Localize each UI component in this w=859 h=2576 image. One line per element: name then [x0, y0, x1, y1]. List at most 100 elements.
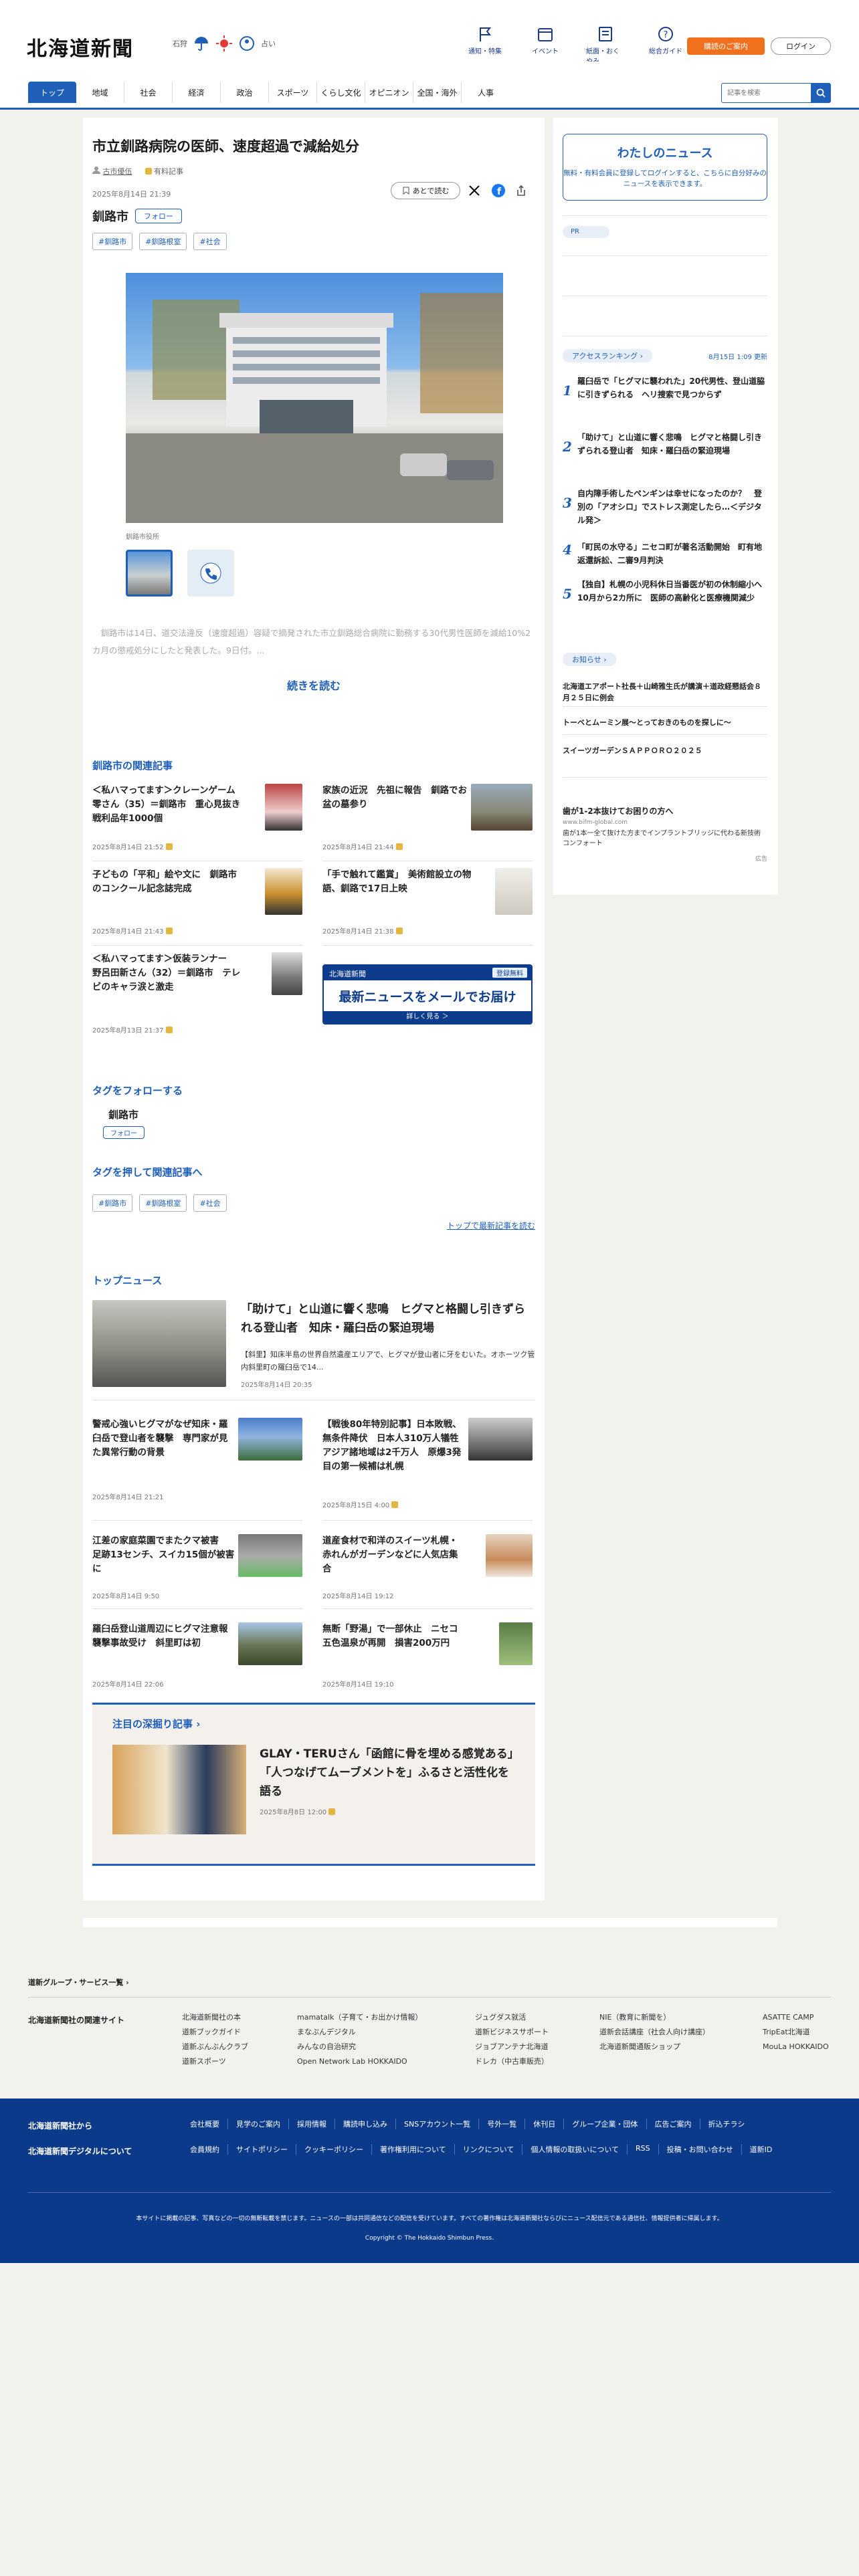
notification-menu[interactable]: 通知・特集 — [466, 25, 504, 66]
paper-menu[interactable]: 紙面・おくやみ — [586, 25, 625, 66]
nav-tab-top[interactable]: トップ — [28, 82, 76, 103]
related-site-link[interactable]: 北海道新聞社の本 — [182, 2010, 248, 2025]
top-news-item[interactable]: 道産食材で和洋のスイーツ札幌・赤れんがガーデンなどに人気店集合 2025年8月1… — [322, 1534, 533, 1609]
email-newsletter-ad[interactable]: 北海道新聞 登録無料 最新ニュースをメールでお届け 詳しく見る ＞ — [322, 964, 533, 1025]
related-site-link[interactable]: MouLa HOKKAIDO — [763, 2040, 829, 2054]
my-news-box[interactable]: わたしのニュース 無料・有料会員に登録してログインすると、こちらに自分好みのニュ… — [563, 134, 767, 201]
top-latest-link[interactable]: トップで最新記事を読む — [364, 1220, 535, 1231]
read-later-button[interactable]: あとで読む — [391, 182, 460, 199]
group-service-link[interactable]: 道新グループ・サービス一覧 › — [28, 1977, 129, 1988]
related-site-link[interactable]: 道新ビジネスサポート — [475, 2025, 549, 2040]
photo-thumb-1[interactable] — [126, 550, 173, 597]
feature-image[interactable] — [112, 1745, 246, 1834]
top-news-item[interactable]: 無断「野湯」で一部休止 ニセコ五色温泉が再開 損害200万円 2025年8月14… — [322, 1622, 533, 1697]
read-more-link[interactable]: 続きを読む — [83, 677, 545, 693]
footer-link[interactable]: 著作権利用について — [372, 2144, 455, 2155]
footer-link[interactable]: 個人情報の取扱いについて — [522, 2144, 628, 2155]
nav-tab-region[interactable]: 地域 — [76, 82, 124, 103]
tag-chip[interactable]: #釧路根室 — [139, 1194, 187, 1212]
info-item[interactable]: 北海道エアポート社長＋山崎雅生氏が講演＋道政経懇話会８月２５日に例会 — [563, 681, 767, 704]
related-site-link[interactable]: 道新スポーツ — [182, 2054, 248, 2069]
article-photo[interactable] — [126, 273, 503, 523]
search-button[interactable] — [811, 84, 830, 102]
ranking-title[interactable]: アクセスランキング › — [563, 349, 653, 362]
footer-link[interactable]: クッキーポリシー — [296, 2144, 372, 2155]
related-site-link[interactable]: Open Network Lab HOKKAIDO — [297, 2054, 422, 2069]
footer-link[interactable]: 休刊日 — [525, 2119, 565, 2129]
related-site-link[interactable]: 道新会話講座（社会人向け講座） — [599, 2025, 710, 2040]
related-item[interactable]: ＜私ハマってます＞仮装ランナー 野呂田新さん（32）＝釧路市 テレビのキャラ涙と… — [92, 952, 302, 1035]
top-news-item[interactable]: 羅臼岳登山道周辺にヒグマ注意報 襲撃事故受け 斜里町は初 2025年8月14日 … — [92, 1622, 302, 1697]
related-site-link[interactable]: ジョブアンテナ北海道 — [475, 2040, 549, 2054]
tag-chip[interactable]: #社会 — [193, 233, 227, 250]
related-item[interactable]: ＜私ハマってます＞クレーンゲーム 零さん（35）＝釧路市 重心見抜き 戦利品年1… — [92, 784, 302, 861]
nav-tab-world[interactable]: 全国・海外 — [413, 82, 462, 103]
top-news-item[interactable]: 江差の家庭菜園でまたクマ被害 足跡13センチ、スイカ15個が被害に 2025年8… — [92, 1534, 302, 1609]
tag-chip[interactable]: #釧路根室 — [139, 233, 187, 250]
tag-chip[interactable]: #釧路市 — [92, 233, 133, 250]
tag-chip[interactable]: #社会 — [193, 1194, 227, 1212]
sidebar-ad[interactable]: 歯が1-2本抜けてお困りの方へ www.bifm-global.com 歯が1本… — [563, 805, 767, 863]
top-news-item[interactable]: 警戒心強いヒグマがなぜ知床・羅臼岳で登山者を襲撃 専門家が見た異常行動の背景 2… — [92, 1418, 302, 1521]
footer-link[interactable]: グループ企業・団体 — [564, 2119, 647, 2129]
related-item[interactable]: 「手で触れて鑑賞」 美術館設立の物語、釧路で17日上映 2025年8月14日 2… — [322, 868, 533, 946]
related-site-link[interactable]: 道新ブックガイド — [182, 2025, 248, 2040]
guide-menu[interactable]: ? 総合ガイド — [646, 25, 685, 66]
footer-link[interactable]: 見学のご案内 — [228, 2119, 289, 2129]
footer-link[interactable]: 会社概要 — [182, 2119, 228, 2129]
subscribe-button[interactable]: 購読のご案内 — [687, 37, 765, 55]
nav-tab-politics[interactable]: 政治 — [221, 82, 269, 103]
related-item[interactable]: 子どもの「平和」絵や文に 釧路市のコンクール記念誌完成 2025年8月14日 2… — [92, 868, 302, 946]
search-input[interactable] — [722, 84, 811, 102]
tag-chip[interactable]: #釧路市 — [92, 1194, 133, 1212]
nav-tab-society[interactable]: 社会 — [124, 82, 173, 103]
related-site-link[interactable]: ジュグダス就活 — [475, 2010, 549, 2025]
photo-thumb-2[interactable] — [187, 550, 234, 597]
related-site-link[interactable]: mamatalk（子育て・お出かけ情報） — [297, 2010, 422, 2025]
related-item[interactable]: 家族の近況 先祖に報告 釧路でお盆の墓参り 2025年8月14日 21:44 — [322, 784, 533, 861]
author[interactable]: 古市優伍 — [92, 166, 132, 177]
info-item[interactable]: スイーツガーデンＳＡＰＰＯＲＯ２０２５ — [563, 745, 767, 756]
weather-widget[interactable]: 石狩 占い — [173, 35, 276, 52]
footer-link[interactable]: RSS — [628, 2144, 659, 2155]
footer-link[interactable]: リンクについて — [455, 2144, 523, 2155]
footer-link[interactable]: 投稿・お問い合わせ — [659, 2144, 742, 2155]
nav-tab-economy[interactable]: 経済 — [173, 82, 221, 103]
nav-tab-personnel[interactable]: 人事 — [462, 82, 510, 103]
nav-tab-life[interactable]: くらし文化 — [317, 82, 365, 103]
related-site-link[interactable]: TripEat北海道 — [763, 2025, 829, 2040]
top-news-main[interactable]: 「助けて」と山道に響く悲鳴 ヒグマと格闘し引きずられる登山者 知床・羅臼岳の緊迫… — [92, 1300, 535, 1400]
footer-link[interactable]: 号外一覧 — [479, 2119, 526, 2129]
footer-link[interactable]: サイトポリシー — [228, 2144, 296, 2155]
footer-link[interactable]: 採用情報 — [289, 2119, 335, 2129]
follow-button[interactable]: フォロー — [135, 209, 182, 223]
related-site-link[interactable]: みんなの自治研究 — [297, 2040, 422, 2054]
top-news-item[interactable]: 【戦後80年特別記事】日本敗戦、無条件降伏 日本人310万人犠牲 アジア諸地域は… — [322, 1418, 533, 1521]
footer-link[interactable]: 会員規約 — [182, 2144, 228, 2155]
related-site-link[interactable]: NIE（教育に新聞を） — [599, 2010, 710, 2025]
login-button[interactable]: ログイン — [771, 37, 831, 55]
related-site-link[interactable]: 北海道新聞通販ショップ — [599, 2040, 710, 2054]
tag-city-name[interactable]: 釧路市 — [92, 207, 128, 225]
x-share-button[interactable] — [466, 182, 483, 199]
related-site-link[interactable]: まなぶんデジタル — [297, 2025, 422, 2040]
facebook-share-button[interactable]: f — [490, 182, 507, 199]
info-title[interactable]: お知らせ › — [563, 653, 616, 666]
related-site-link[interactable]: ドレカ（中古車販売） — [475, 2054, 549, 2069]
footer-link[interactable]: 購読申し込み — [335, 2119, 396, 2129]
footer-link[interactable]: SNSアカウント一覧 — [396, 2119, 480, 2129]
footer-link[interactable]: 道新ID — [742, 2144, 781, 2155]
feature-headline[interactable]: GLAY・TERUさん「函館に骨を埋める感覚ある」「人つなげてムーブメントを」ふ… — [260, 1745, 514, 1801]
feature-title[interactable]: 注目の深掘り記事 › — [112, 1717, 200, 1731]
nav-tab-opinion[interactable]: オピニオン — [365, 82, 413, 103]
follow-tag-button[interactable]: フォロー — [103, 1126, 145, 1139]
footer-link[interactable]: 広告ご案内 — [647, 2119, 700, 2129]
related-site-link[interactable]: 道新ぶんぶんクラブ — [182, 2040, 248, 2054]
footer-link[interactable]: 折込チラシ — [700, 2119, 753, 2129]
info-item[interactable]: トーベとムーミン展～とっておきのものを探しに～ — [563, 717, 767, 728]
event-menu[interactable]: イベント — [526, 25, 565, 66]
site-logo[interactable]: 北海道新聞 — [27, 32, 134, 62]
nav-tab-sports[interactable]: スポーツ — [269, 82, 317, 103]
related-site-link[interactable]: ASATTE CAMP — [763, 2010, 829, 2025]
share-button[interactable] — [512, 182, 530, 199]
